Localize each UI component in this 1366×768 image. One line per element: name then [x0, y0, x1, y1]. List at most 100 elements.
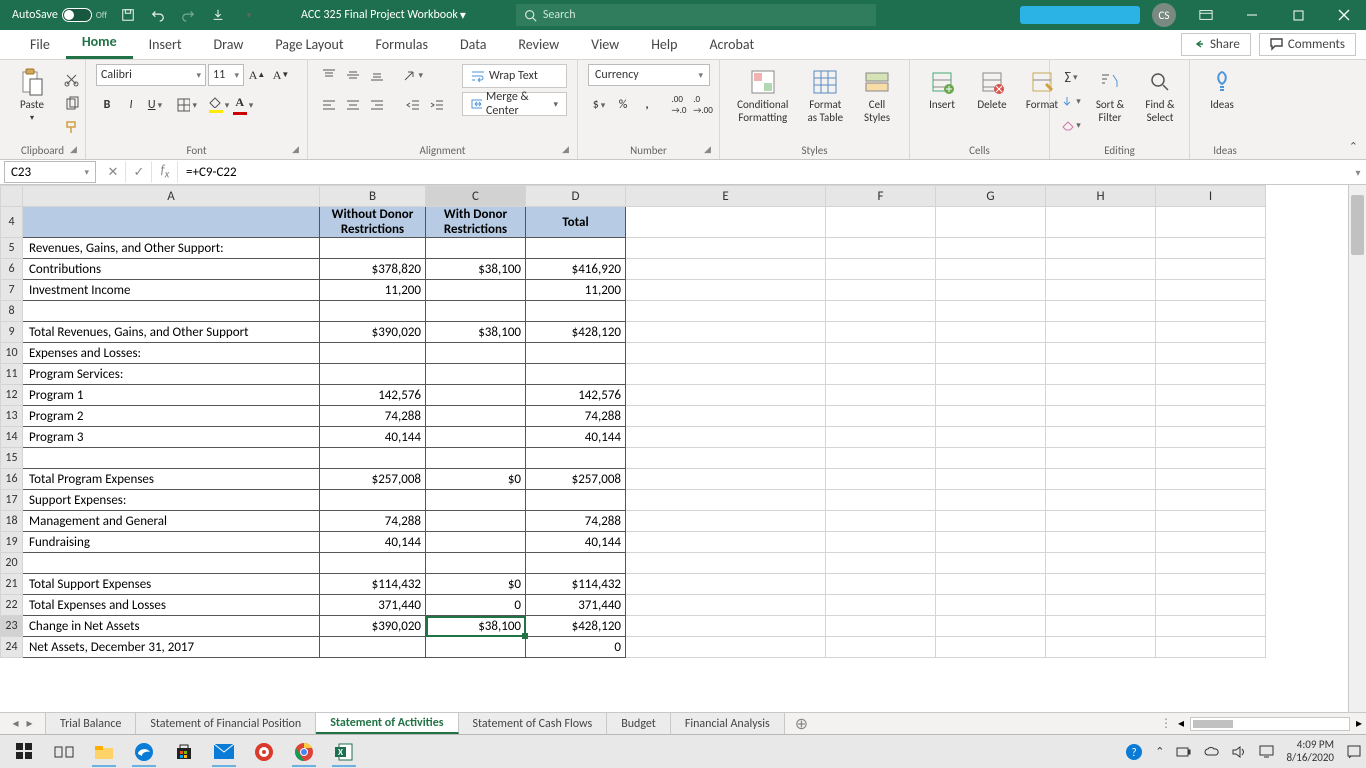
ribbon-display-icon[interactable] [1184, 0, 1228, 30]
row-header[interactable]: 21 [1, 574, 23, 595]
cell[interactable] [936, 637, 1046, 658]
tab-view[interactable]: View [575, 30, 635, 59]
cell[interactable] [320, 448, 426, 469]
vertical-scrollbar[interactable] [1348, 185, 1366, 714]
cell[interactable] [626, 280, 826, 301]
cell[interactable] [526, 448, 626, 469]
cell[interactable]: $378,820 [320, 259, 426, 280]
qat-customize-icon[interactable] [235, 2, 261, 28]
cell[interactable]: 40,144 [526, 532, 626, 553]
percent-format-icon[interactable]: % [612, 94, 634, 116]
cell[interactable] [936, 616, 1046, 637]
cell[interactable] [826, 280, 936, 301]
cell[interactable] [426, 364, 526, 385]
cell[interactable] [1156, 637, 1266, 658]
cell[interactable] [1046, 532, 1156, 553]
maximize-icon[interactable] [1276, 0, 1320, 30]
col-header[interactable]: B [320, 186, 426, 207]
help-tray-icon[interactable]: ? [1125, 743, 1143, 761]
cell[interactable] [826, 322, 936, 343]
cell[interactable]: With Donor Restrictions [426, 207, 526, 238]
cell[interactable] [426, 427, 526, 448]
cell[interactable]: 40,144 [320, 532, 426, 553]
cell[interactable] [626, 595, 826, 616]
number-format-combo[interactable]: Currency▾ [588, 64, 710, 86]
cell[interactable] [826, 574, 936, 595]
cell[interactable] [426, 301, 526, 322]
enter-formula-icon[interactable]: ✓ [126, 161, 152, 183]
cell[interactable]: Program Services: [23, 364, 320, 385]
cell[interactable]: $114,432 [320, 574, 426, 595]
cell[interactable] [320, 637, 426, 658]
cell[interactable]: Expenses and Losses: [23, 343, 320, 364]
cell[interactable]: Contributions [23, 259, 320, 280]
battery-tray-icon[interactable] [1176, 745, 1192, 759]
cell[interactable]: $38,100 [426, 322, 526, 343]
cell[interactable] [826, 406, 936, 427]
cell[interactable] [626, 532, 826, 553]
tab-home[interactable]: Home [66, 27, 133, 59]
cell[interactable] [426, 511, 526, 532]
cell[interactable]: Total Support Expenses [23, 574, 320, 595]
cell[interactable] [1156, 280, 1266, 301]
search-input[interactable]: Search [516, 4, 876, 26]
cell[interactable] [936, 280, 1046, 301]
cell[interactable]: $428,120 [526, 616, 626, 637]
tab-review[interactable]: Review [502, 30, 575, 59]
cell[interactable] [320, 238, 426, 259]
row-header[interactable]: 20 [1, 553, 23, 574]
collapse-ribbon-icon[interactable]: ⌃ [1349, 140, 1358, 153]
bold-button[interactable]: B [96, 94, 118, 116]
cell-styles-button[interactable]: Cell Styles [855, 64, 899, 124]
cell[interactable] [626, 301, 826, 322]
app-icon[interactable] [244, 737, 284, 767]
paste-button[interactable]: Paste▾ [10, 64, 54, 123]
cell[interactable]: $38,100 [426, 259, 526, 280]
cell[interactable] [1156, 469, 1266, 490]
cell[interactable] [936, 448, 1046, 469]
cell[interactable] [1156, 322, 1266, 343]
alignment-launcher-icon[interactable]: ◢ [562, 144, 574, 156]
cell[interactable]: 11,200 [320, 280, 426, 301]
formula-input[interactable]: =+C9-C22 [178, 165, 1350, 180]
cancel-formula-icon[interactable]: ✕ [100, 161, 126, 183]
row-header[interactable]: 16 [1, 469, 23, 490]
clipboard-launcher-icon[interactable]: ◢ [70, 144, 82, 156]
cell[interactable]: 40,144 [526, 427, 626, 448]
add-sheet-button[interactable]: ⊕ [785, 713, 818, 734]
cell[interactable] [936, 574, 1046, 595]
cell[interactable]: 0 [526, 637, 626, 658]
align-center-icon[interactable] [342, 94, 364, 116]
cell[interactable] [23, 448, 320, 469]
copy-icon[interactable] [60, 92, 82, 114]
insert-cells-button[interactable]: Insert [920, 64, 964, 111]
cell[interactable] [426, 490, 526, 511]
name-box[interactable]: C23▾ [4, 161, 96, 183]
cell[interactable] [1046, 448, 1156, 469]
cell[interactable]: Support Expenses: [23, 490, 320, 511]
decrease-indent-icon[interactable] [402, 94, 424, 116]
tab-insert[interactable]: Insert [133, 30, 198, 59]
cell[interactable]: 0 [426, 595, 526, 616]
cell[interactable] [1046, 406, 1156, 427]
chrome-icon[interactable] [284, 737, 324, 767]
fx-icon[interactable]: fx [152, 161, 178, 183]
cell[interactable] [626, 343, 826, 364]
col-header[interactable]: H [1046, 186, 1156, 207]
cell[interactable] [1156, 427, 1266, 448]
autosave-toggle[interactable]: AutoSave Off [8, 8, 111, 22]
volume-tray-icon[interactable] [1232, 745, 1247, 759]
cell[interactable] [426, 637, 526, 658]
cell[interactable]: 40,144 [320, 427, 426, 448]
cell[interactable] [1046, 322, 1156, 343]
cell[interactable] [1046, 385, 1156, 406]
cell[interactable]: Total Program Expenses [23, 469, 320, 490]
row-header[interactable]: 23 [1, 616, 23, 637]
excel-icon[interactable]: X [324, 737, 364, 767]
decrease-decimal-icon[interactable]: .0→.00 [692, 94, 714, 116]
tab-file[interactable]: File [14, 30, 66, 59]
font-name-combo[interactable]: Calibri▾ [96, 64, 206, 86]
cell[interactable] [426, 553, 526, 574]
cell[interactable] [320, 490, 426, 511]
network-tray-icon[interactable] [1259, 745, 1274, 758]
